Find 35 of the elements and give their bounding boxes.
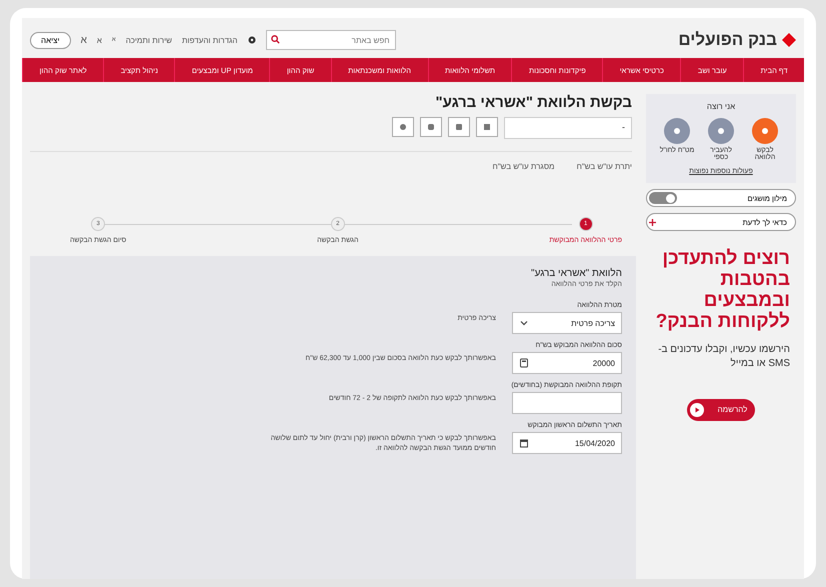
toolbar-button[interactable] [392, 117, 414, 137]
search-icon [270, 35, 280, 44]
calculator-icon [519, 358, 529, 368]
header-link[interactable]: הגדרות והעדפות [182, 36, 238, 44]
font-size-link[interactable]: א [96, 36, 102, 44]
action-icon [760, 126, 770, 136]
action-icon [672, 126, 682, 136]
chevron-down-icon [519, 318, 529, 328]
promo-text: הירשמו עכשיו, וקבלו עדכונים ב-SMS או במייל [657, 342, 790, 371]
play-icon [690, 402, 704, 417]
action-icon [716, 126, 726, 136]
plus-icon [649, 218, 656, 226]
form-title: הלוואת "אשראי ברגע" [530, 268, 622, 279]
calendar-icon [519, 438, 529, 448]
font-size-link[interactable]: א [80, 34, 87, 46]
header-link[interactable]: שירות ותמיכה [126, 36, 172, 44]
logo-icon [782, 33, 796, 47]
promo-title: רוצים להתעדכן בהטבות ובמבצעים ללקוחות הבנק? [654, 249, 790, 333]
balance-label: מסגרת עו"ש בש"ח [492, 162, 555, 171]
panel-title: אני רוצה [706, 102, 736, 111]
toolbar-button[interactable] [476, 117, 498, 137]
input-field[interactable]: צריכה פרטית [512, 312, 622, 334]
page-title: בקשת הלוואת "אשראי ברגע" [434, 94, 632, 111]
search-field[interactable]: חפש באתר [266, 30, 396, 50]
balance-label: יתרת עו"ש בש"ח [576, 162, 632, 171]
bank-logo-text: בנק הפועלים [678, 30, 777, 50]
register-button[interactable]: להרשמה [686, 398, 756, 421]
input-field[interactable] [512, 392, 622, 414]
toolbar-button[interactable] [448, 117, 470, 137]
input-field[interactable]: 20000 [512, 352, 622, 374]
account-select[interactable]: - [504, 117, 632, 139]
input-field[interactable]: 15/04/2020 [512, 432, 622, 454]
logout-button[interactable]: יציאה [30, 32, 71, 48]
toolbar-button[interactable] [420, 117, 442, 137]
toggle-switch[interactable] [649, 192, 677, 204]
